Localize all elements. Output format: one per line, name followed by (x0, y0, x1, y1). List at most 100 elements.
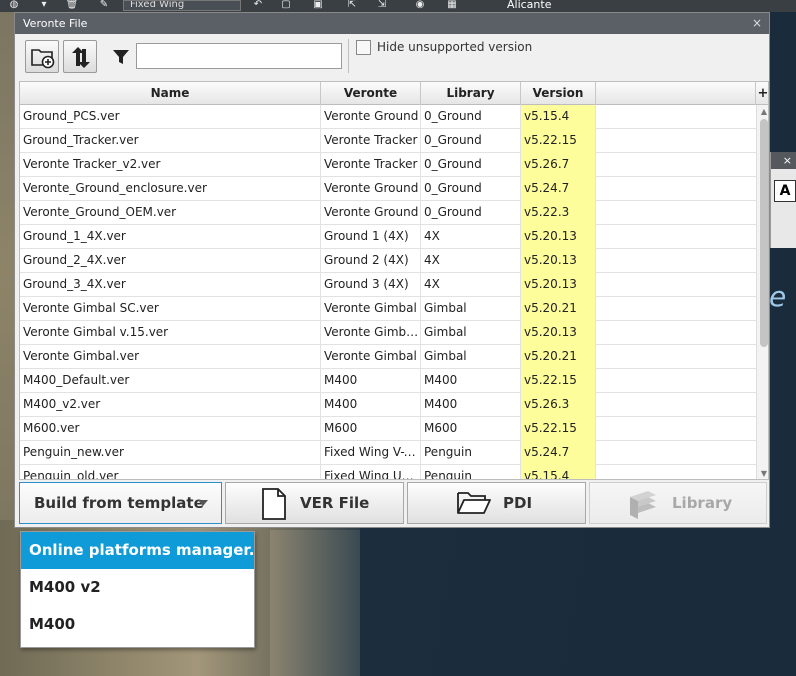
lock-icon[interactable]: ▣ (310, 0, 326, 12)
cell-version: v5.22.15 (521, 129, 596, 153)
map-place-label: Alicante (507, 0, 552, 11)
scroll-up-icon[interactable]: ▲ (759, 107, 768, 117)
cell-library: 0_Ground (421, 177, 521, 201)
table-header: Name Veronte Library Version + (20, 82, 768, 105)
cell-name: Veronte Gimbal v.15.ver (20, 321, 321, 345)
library-button[interactable]: Library (589, 482, 767, 524)
hide-unsupported-label: Hide unsupported version (377, 40, 533, 54)
dialog-title-bar[interactable]: Veronte File × (15, 13, 769, 34)
cell-version: v5.26.3 (521, 393, 596, 417)
scroll-down-icon[interactable]: ▼ (759, 469, 768, 479)
export-alt-icon[interactable]: ⇲ (374, 0, 390, 12)
side-panel-header: × (771, 152, 796, 169)
table-row[interactable]: Ground_2_4X.ver Ground 2 (4X) 4X v5.20.13 (20, 249, 756, 273)
cell-blank (596, 297, 756, 321)
table-row[interactable]: M400_v2.ver M400 M400 v5.26.3 (20, 393, 756, 417)
table-row[interactable]: Penguin_old.ver Fixed Wing UA... Penguin v5… (20, 465, 756, 479)
table-row[interactable]: M600.ver M600 M600 v5.22.15 (20, 417, 756, 441)
hide-unsupported-checkbox[interactable] (356, 40, 371, 55)
cell-library: 0_Ground (421, 201, 521, 225)
ver-file-table: Name Veronte Library Version + Ground_PC… (19, 81, 769, 480)
scrollbar-thumb[interactable] (760, 119, 768, 347)
cell-veronte: M600 (321, 417, 421, 441)
table-row[interactable]: M400_Default.ver M400 M400 v5.22.15 (20, 369, 756, 393)
cell-version: v5.20.13 (521, 273, 596, 297)
table-body: Ground_PCS.ver Veronte Ground 0_Ground v5.1… (20, 105, 756, 479)
cell-name: Veronte Tracker_v2.ver (20, 153, 321, 177)
side-panel-a-button[interactable]: A (774, 180, 796, 202)
table-row[interactable]: Veronte Gimbal.ver Veronte Gimbal Gimbal v5… (20, 345, 756, 369)
column-header-veronte[interactable]: Veronte (321, 82, 421, 105)
chevron-down-icon[interactable]: ▾ (36, 0, 52, 12)
filter-icon (113, 50, 129, 64)
cell-name: M400_v2.ver (20, 393, 321, 417)
cell-library: 0_Ground (421, 153, 521, 177)
table-row[interactable]: Ground_PCS.ver Veronte Ground 0_Ground v5.1… (20, 105, 756, 129)
cell-version: v5.20.13 (521, 321, 596, 345)
table-row[interactable]: Veronte Tracker_v2.ver Veronte Tracker 0_G… (20, 153, 756, 177)
cell-blank (596, 177, 756, 201)
dropdown-item[interactable]: M400 v2 (21, 569, 254, 606)
menu-icon[interactable]: ◍ (6, 0, 22, 12)
column-header-name[interactable]: Name (20, 82, 321, 105)
table-row[interactable]: Veronte_Ground_enclosure.ver Veronte Grou… (20, 177, 756, 201)
mode-select[interactable]: Fixed Wing (123, 0, 241, 11)
cell-version: v5.22.3 (521, 201, 596, 225)
cell-version: v5.24.7 (521, 441, 596, 465)
close-icon[interactable]: × (749, 13, 765, 34)
cell-blank (596, 225, 756, 249)
build-from-template-button[interactable]: Build from template (19, 482, 222, 524)
side-panel-close-icon[interactable]: × (783, 154, 792, 167)
cell-veronte: Veronte Tracker (321, 153, 421, 177)
cell-name: Ground_PCS.ver (20, 105, 321, 129)
cell-library: Gimbal (421, 345, 521, 369)
top-toolbar: ◍ ▾ 🗑 ✎ Fixed Wing ↶ ▢ ▣ ⇱ ⇲ ◉ ▦ Alicant… (0, 0, 796, 12)
cell-library: Gimbal (421, 321, 521, 345)
export-icon[interactable]: ⇱ (344, 0, 360, 12)
new-folder-button[interactable] (25, 40, 59, 73)
cell-library: 4X (421, 273, 521, 297)
grid-icon[interactable]: ▦ (444, 0, 460, 12)
cell-version: v5.20.21 (521, 297, 596, 321)
table-row[interactable]: Ground_Tracker.ver Veronte Tracker 0_Groun… (20, 129, 756, 153)
sync-button[interactable] (63, 40, 97, 73)
ver-file-button[interactable]: VER File (225, 482, 404, 524)
cell-veronte: Veronte Gimbal (321, 297, 421, 321)
cell-veronte: Veronte Ground (321, 177, 421, 201)
cell-library: M600 (421, 417, 521, 441)
eye-icon[interactable]: ◉ (412, 0, 428, 12)
cell-blank (596, 321, 756, 345)
cell-library: 4X (421, 225, 521, 249)
table-row[interactable]: Veronte Gimbal v.15.ver Veronte Gimbal...… (20, 321, 756, 345)
column-header-version[interactable]: Version (521, 82, 596, 105)
pencil-icon[interactable]: ✎ (96, 0, 112, 12)
add-column-button[interactable]: + (756, 82, 768, 105)
cell-name: Penguin_new.ver (20, 441, 321, 465)
cell-blank (596, 465, 756, 479)
column-header-library[interactable]: Library (421, 82, 521, 105)
cell-name: Ground_2_4X.ver (20, 249, 321, 273)
pdi-button[interactable]: PDI (407, 482, 586, 524)
cell-name: Penguin_old.ver (20, 465, 321, 479)
cell-library: 0_Ground (421, 129, 521, 153)
cell-library: Penguin (421, 441, 521, 465)
table-row[interactable]: Veronte Gimbal SC.ver Veronte Gimbal Gimba… (20, 297, 756, 321)
search-input[interactable] (136, 43, 342, 69)
cell-blank (596, 249, 756, 273)
table-row[interactable]: Veronte_Ground_OEM.ver Veronte Ground 0_Gr… (20, 201, 756, 225)
cell-veronte: Veronte Ground (321, 201, 421, 225)
cell-library: 0_Ground (421, 105, 521, 129)
table-scrollbar[interactable]: ▲ ▼ (756, 105, 768, 479)
undo-icon[interactable]: ↶ (250, 0, 266, 12)
dropdown-item[interactable]: Online platforms manager... (21, 532, 254, 569)
table-row[interactable]: Ground_3_4X.ver Ground 3 (4X) 4X v5.20.13 (20, 273, 756, 297)
table-row[interactable]: Penguin_new.ver Fixed Wing V-T... Penguin v… (20, 441, 756, 465)
cell-version: v5.20.13 (521, 249, 596, 273)
square-icon[interactable]: ▢ (278, 0, 294, 12)
cell-version: v5.15.4 (521, 105, 596, 129)
dropdown-item[interactable]: M400 (21, 606, 254, 643)
trash-icon[interactable]: 🗑 (64, 0, 80, 12)
cell-veronte: Ground 3 (4X) (321, 273, 421, 297)
dialog-title: Veronte File (23, 17, 88, 30)
table-row[interactable]: Ground_1_4X.ver Ground 1 (4X) 4X v5.20.13 (20, 225, 756, 249)
